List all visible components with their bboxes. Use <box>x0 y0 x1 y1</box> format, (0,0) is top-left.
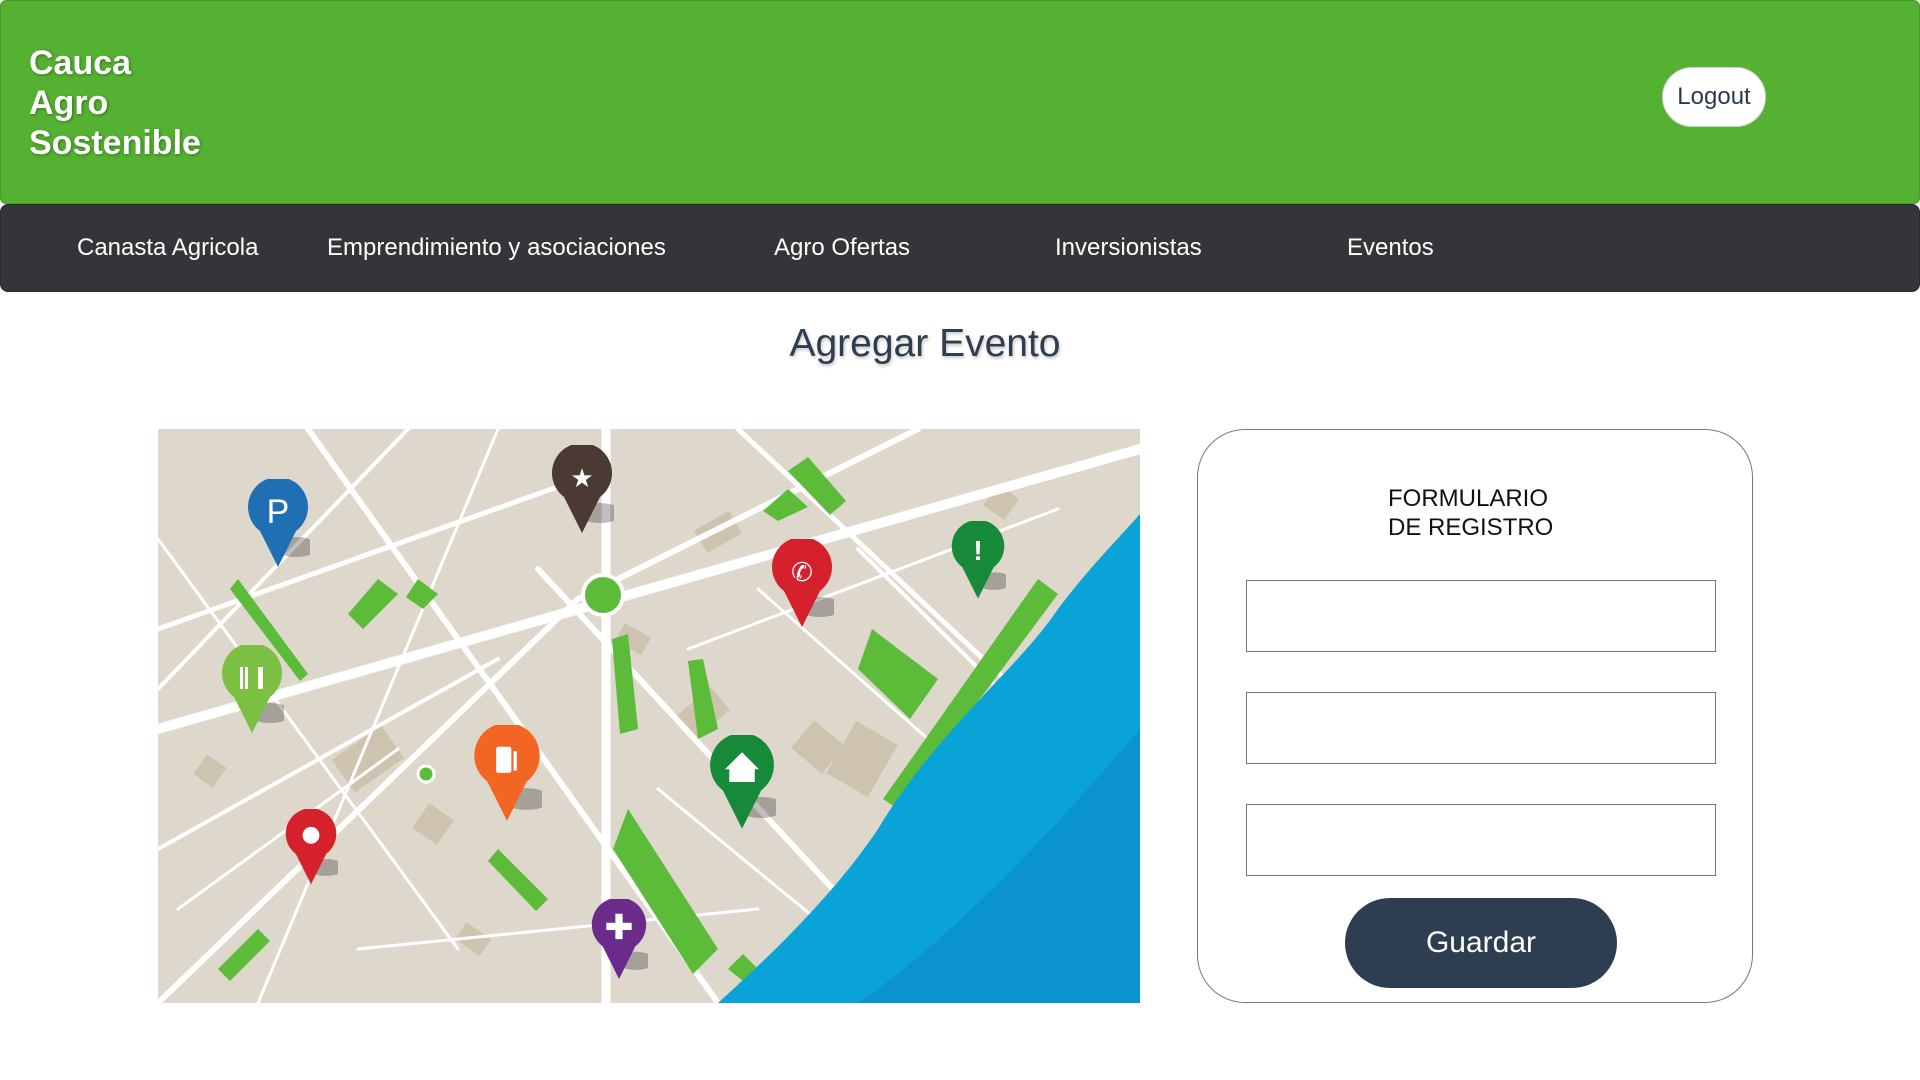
brand-line-3: Sostenible <box>29 124 201 162</box>
brand-line-1: Cauca <box>29 44 132 82</box>
phone-icon: ✆ <box>791 558 813 588</box>
nav-item-eventos[interactable]: Eventos <box>1347 205 1434 291</box>
page-title: Agregar Evento <box>789 322 1061 365</box>
main-navbar: Canasta Agricola Emprendimiento y asocia… <box>0 204 1920 292</box>
form-title-line-1: FORMULARIO <box>1388 485 1549 512</box>
brand-logo-text: Cauca Agro Sostenible <box>29 43 289 163</box>
form-title-line-2: DE REGISTRO <box>1388 514 1554 541</box>
brand-line-2: Agro <box>29 84 109 122</box>
map-pin-fuel[interactable] <box>472 725 542 823</box>
map-pin-star[interactable]: ★ <box>550 445 614 535</box>
nav-item-inversionistas[interactable]: Inversionistas <box>1055 205 1202 291</box>
map-pin-restaurant[interactable] <box>220 645 284 735</box>
location-icon <box>302 826 320 844</box>
nav-item-emprendimiento[interactable]: Emprendimiento y asociaciones <box>327 205 666 291</box>
form-field-2[interactable] <box>1246 692 1716 764</box>
map-pin-location[interactable] <box>284 809 338 887</box>
parking-icon: P <box>267 493 290 531</box>
header-bar: Cauca Agro Sostenible Logout <box>0 0 1920 204</box>
map-pin-phone[interactable]: ✆ <box>770 539 834 629</box>
star-icon: ★ <box>570 464 593 494</box>
form-field-3[interactable] <box>1246 804 1716 876</box>
logout-button[interactable]: Logout <box>1662 67 1766 127</box>
alert-icon: ! <box>973 535 982 566</box>
save-button[interactable]: Guardar <box>1345 898 1617 988</box>
map-pin-home[interactable] <box>708 735 776 831</box>
map-pin-alert[interactable]: ! <box>950 521 1006 601</box>
city-map-image: P ★ ✆ ! <box>158 429 1140 1003</box>
nav-item-canasta-agricola[interactable]: Canasta Agricola <box>77 205 258 291</box>
form-field-1[interactable] <box>1246 580 1716 652</box>
registration-form-card: FORMULARIO DE REGISTRO Guardar <box>1197 429 1753 1003</box>
map-pin-hospital[interactable] <box>590 899 648 981</box>
map-pin-parking[interactable]: P <box>246 479 310 569</box>
form-title: FORMULARIO DE REGISTRO <box>1388 484 1608 542</box>
nav-item-agro-ofertas[interactable]: Agro Ofertas <box>774 205 910 291</box>
